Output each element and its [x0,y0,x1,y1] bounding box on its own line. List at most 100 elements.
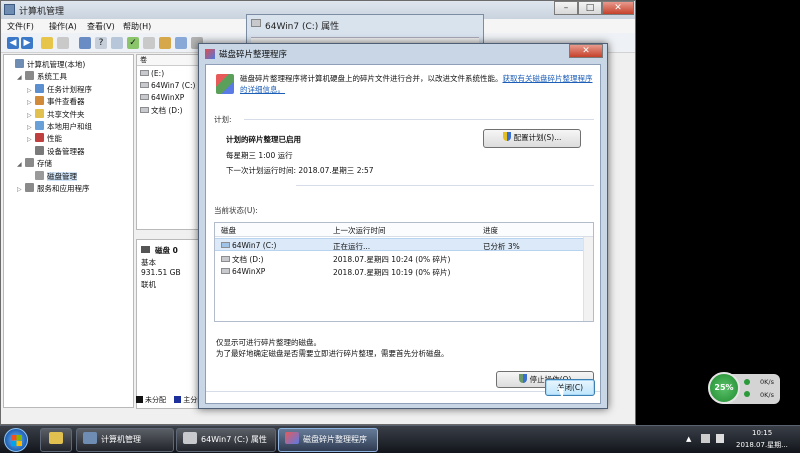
tree-item[interactable]: ▷ 性能 [27,133,62,145]
taskbar-item-computer-management[interactable]: 计算机管理 [76,428,174,452]
tree-item-label: 设备管理器 [47,146,85,156]
properties-icon[interactable] [79,37,91,49]
column-disk[interactable]: 磁盘 [221,225,236,236]
folder-icon[interactable] [159,37,171,49]
tree-node-icon [35,133,44,143]
table-row[interactable]: 文档 (D:) 2018.07.星期四 10:24 (0% 碎片) [215,252,593,265]
clock-date[interactable]: 2018.07.星期... [736,440,788,450]
console-tree-icon[interactable] [57,37,69,49]
menu-action[interactable]: 操作(A) [49,21,77,32]
table-row[interactable]: 64Win7 (C:) 正在运行... 已分析 3% [215,238,593,251]
row-last-run: 正在运行... [333,242,371,251]
tree-item-label: 存储 [37,159,52,169]
window-title: 计算机管理 [19,7,65,17]
tree-item[interactable]: ▷ 本地用户和组 [27,121,92,133]
taskbar-label: 64Win7 (C:) 属性 [201,435,267,444]
row-last-run: 2018.07.星期四 10:19 (0% 碎片) [333,268,451,277]
close-dialog-button[interactable]: 关闭(C) [545,379,595,396]
volume-row[interactable]: 64WinXP [140,93,184,104]
tree-item[interactable]: ◢ 系统工具 [17,71,67,83]
note-defraggable-only: 仅显示可进行碎片整理的磁盘。 [216,338,321,347]
tree-node-icon [35,145,44,155]
console-tree: 计算机管理(本地) ◢ 系统工具 ▷ 任务计划程序 ▷ 事件查看器 ▷ 共享文件夹 ▷ 本地用户和组… [3,54,134,408]
tree-item[interactable]: 计算机管理(本地) [7,59,85,71]
row-disk-name: 64WinXP [221,267,265,276]
expander-icon[interactable]: ▷ [27,124,35,131]
taskbar-item-properties[interactable]: 64Win7 (C:) 属性 [176,428,276,452]
drive-icon [251,19,261,27]
menu-file[interactable]: 文件(F) [7,21,34,32]
help-icon[interactable]: ? [95,37,107,49]
tree-item-label: 磁盘管理 [47,171,77,181]
close-button[interactable]: ✕ [602,1,634,15]
action-center-icon[interactable] [701,434,710,443]
table-row[interactable]: 64WinXP 2018.07.星期四 10:19 (0% 碎片) [215,265,593,278]
expander-icon[interactable]: ▷ [17,186,25,193]
expander-icon[interactable]: ▷ [27,87,35,94]
schedule-next-run: 下一次计划运行时间: 2018.07.星期三 2:57 [226,166,374,175]
menu-help[interactable]: 帮助(H) [123,21,151,32]
up-folder-icon[interactable] [41,37,53,49]
expander-icon[interactable]: ▷ [27,99,35,106]
disk-icon[interactable] [143,37,155,49]
table-scrollbar[interactable] [583,237,593,321]
forward-icon[interactable]: ▶ [21,37,33,49]
network-meter-gadget[interactable]: 25% 0K/s 0K/s [708,372,780,404]
intro-description: 磁盘碎片整理程序将计算机硬盘上的碎片文件进行合并，以改进文件系统性能。 [240,74,503,83]
dialog-close-button[interactable]: ✕ [569,44,603,58]
dialog-body: 磁盘碎片整理程序将计算机硬盘上的碎片文件进行合并，以改进文件系统性能。获取有关磁… [205,64,601,404]
disk-name: 磁盘 0 [155,246,178,255]
tree-item-label: 共享文件夹 [47,109,85,119]
expander-icon[interactable]: ◢ [17,74,25,81]
refresh-icon[interactable]: ✓ [127,37,139,49]
schedule-label: 计划: [214,115,232,124]
volume-icon[interactable] [716,434,724,443]
tree-item[interactable]: ▷ 任务计划程序 [27,83,92,96]
legend-unallocated: 未分配 [145,396,166,404]
tree-item-label: 本地用户和组 [47,122,92,131]
drive-icon [140,107,149,113]
tree-node-icon [35,108,44,118]
tree-node-icon [25,71,34,81]
volume-row[interactable]: 文档 (D:) [140,105,183,116]
column-progress[interactable]: 进度 [483,225,498,236]
expander-icon[interactable]: ▷ [27,112,35,119]
uac-shield-icon [502,132,511,141]
volume-column-header[interactable]: 卷 [137,55,203,66]
explorer-pinned[interactable] [40,428,72,452]
tree-item[interactable]: 磁盘管理 [27,170,77,183]
menu-view[interactable]: 查看(V) [87,21,115,32]
configure-schedule-button[interactable]: 配置计划(S)... [483,129,581,148]
expander-icon[interactable]: ◢ [17,161,25,168]
volume-row[interactable]: 64Win7 (C:) [140,81,195,92]
search-icon[interactable] [175,37,187,49]
volume-row[interactable]: (E:) [140,69,164,80]
drive-icon [221,268,230,274]
clock-time[interactable]: 10:15 [752,429,772,437]
disk-size: 931.51 GB [141,268,181,277]
tree-item[interactable]: ▷ 共享文件夹 [27,108,85,121]
taskbar-item-defrag[interactable]: 磁盘碎片整理程序 [278,428,378,452]
tree-item[interactable]: ▷ 服务和应用程序 [17,183,90,195]
folder-icon [49,432,63,444]
taskbar-label: 计算机管理 [101,435,141,444]
tree-item-label: 性能 [47,134,62,144]
current-status-label: 当前状态(U): [214,206,258,215]
maximize-button[interactable]: □ [578,1,602,15]
column-last-run[interactable]: 上一次运行时间 [333,225,386,236]
start-button[interactable] [4,428,28,452]
drive-icon [140,70,149,76]
tree-item-label: 任务计划程序 [47,84,92,94]
expander-icon[interactable]: ▷ [27,136,35,143]
volume-label: 文档 (D:) [151,106,183,115]
back-icon[interactable]: ◀ [7,37,19,49]
download-rate: 0K/s [760,391,774,399]
minimize-button[interactable]: – [554,1,578,15]
tree-item[interactable]: ▷ 事件查看器 [27,96,85,108]
upload-rate: 0K/s [760,378,774,386]
tree-item[interactable]: ◢ 存储 [17,158,52,170]
export-list-icon[interactable] [111,37,123,49]
drive-icon [183,432,197,444]
tree-item[interactable]: 设备管理器 [27,145,85,158]
tray-arrow-icon[interactable]: ▲ [686,435,691,443]
